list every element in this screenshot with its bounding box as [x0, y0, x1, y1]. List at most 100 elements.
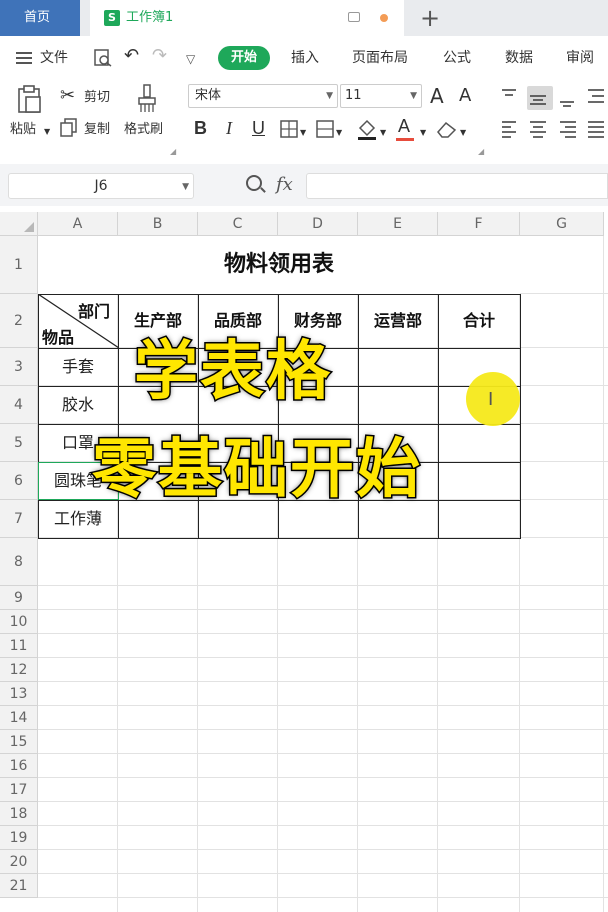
cut-button[interactable]: 剪切	[84, 90, 110, 106]
diagonal-header-top: 部门	[78, 302, 111, 321]
font-size-select[interactable]: 11 ▼	[340, 84, 422, 108]
row-header[interactable]: 6	[0, 462, 38, 500]
paste-button[interactable]: 粘贴	[10, 122, 36, 138]
formula-bar: J6 ▼ fx	[0, 164, 608, 206]
borders-dropdown-icon[interactable]: ▼	[300, 125, 306, 141]
row-header[interactable]: 5	[0, 424, 38, 462]
tab-review[interactable]: 审阅	[566, 48, 594, 68]
row-header[interactable]: 2	[0, 294, 38, 348]
column-header[interactable]: B	[118, 212, 198, 236]
table-border	[437, 294, 439, 538]
tab-data[interactable]: 数据	[505, 48, 533, 68]
ribbon: 粘贴 ▼ ✂ 剪切 复制 格式刷 ◢ 宋体 ▼ 11 ▼ A A B I U ▼…	[0, 80, 608, 156]
unsaved-dot-icon[interactable]	[380, 14, 388, 22]
row-header[interactable]: 15	[0, 730, 38, 754]
paste-icon[interactable]	[16, 84, 44, 114]
font-grow-icon[interactable]: A	[430, 86, 444, 106]
home-tab[interactable]: 首页	[0, 0, 80, 36]
formula-input[interactable]	[306, 173, 608, 199]
menu-file[interactable]: 文件	[40, 48, 68, 68]
row-header[interactable]: 14	[0, 706, 38, 730]
column-header[interactable]: E	[358, 212, 438, 236]
gridline	[38, 897, 608, 898]
clipboard-group-expander-icon[interactable]: ◢	[170, 144, 176, 160]
table-border	[38, 423, 521, 425]
copy-icon[interactable]	[60, 118, 78, 138]
tab-insert[interactable]: 插入	[291, 48, 319, 68]
scissors-icon[interactable]: ✂	[60, 86, 75, 106]
print-preview-icon[interactable]	[94, 49, 112, 67]
chevron-down-icon[interactable]: ▽	[186, 49, 195, 69]
copy-button[interactable]: 复制	[84, 122, 110, 138]
gridline	[38, 657, 608, 658]
format-painter-icon[interactable]	[136, 84, 158, 114]
insert-function-button[interactable]: fx	[276, 174, 293, 195]
row-header[interactable]: 21	[0, 874, 38, 898]
tab-page-layout[interactable]: 页面布局	[352, 48, 408, 68]
row-header[interactable]: 18	[0, 802, 38, 826]
fill-color-dropdown-icon[interactable]: ▼	[380, 125, 386, 141]
redo-icon[interactable]: ↷	[152, 46, 167, 66]
font-shrink-icon[interactable]: A	[459, 86, 471, 106]
workbook-tab[interactable]: S 工作簿1	[90, 0, 404, 36]
row-header[interactable]: 4	[0, 386, 38, 424]
column-header[interactable]: F	[438, 212, 520, 236]
menu-hamburger-icon[interactable]	[16, 52, 32, 64]
font-size-dropdown-icon: ▼	[410, 91, 417, 101]
row-header[interactable]: 20	[0, 850, 38, 874]
column-header[interactable]: G	[520, 212, 604, 236]
row-header[interactable]: 8	[0, 538, 38, 586]
row-header[interactable]: 12	[0, 658, 38, 682]
clear-dropdown-icon[interactable]: ▼	[460, 125, 466, 141]
row-header[interactable]: 19	[0, 826, 38, 850]
select-all-corner[interactable]	[0, 212, 38, 236]
row-header[interactable]: 11	[0, 634, 38, 658]
gridline	[38, 609, 608, 610]
sheet-title: 物料领用表	[38, 236, 520, 294]
new-tab-plus-icon[interactable]: +	[420, 4, 440, 32]
paste-dropdown-icon[interactable]: ▼	[44, 124, 50, 140]
undo-icon[interactable]: ↶	[124, 46, 139, 66]
font-color-dropdown-icon[interactable]: ▼	[420, 125, 426, 141]
fill-color-icon[interactable]	[356, 118, 378, 140]
table-header-cell: 运营部	[373, 311, 422, 330]
font-group-expander-icon[interactable]: ◢	[478, 144, 484, 160]
font-color-icon[interactable]: A	[398, 116, 410, 136]
eraser-icon[interactable]	[436, 120, 458, 138]
tab-start[interactable]: 开始	[218, 46, 270, 70]
merge-dropdown-icon[interactable]: ▼	[336, 125, 342, 141]
table-row-label: 胶水	[61, 395, 94, 414]
gridline	[38, 801, 608, 802]
font-name-dropdown-icon: ▼	[326, 91, 333, 101]
row-header[interactable]: 10	[0, 610, 38, 634]
tab-formulas[interactable]: 公式	[443, 48, 471, 68]
gridline	[38, 705, 608, 706]
spreadsheet-icon: S	[104, 10, 120, 26]
row-header[interactable]: 17	[0, 778, 38, 802]
gridline	[38, 825, 608, 826]
column-header[interactable]: D	[278, 212, 358, 236]
column-header[interactable]: A	[38, 212, 118, 236]
underline-button[interactable]: U	[252, 118, 265, 138]
format-painter-button[interactable]: 格式刷	[124, 122, 163, 138]
name-box-dropdown-icon: ▼	[182, 182, 189, 192]
search-function-icon[interactable]	[246, 175, 262, 191]
name-box[interactable]: J6 ▼	[8, 173, 194, 199]
font-name-select[interactable]: 宋体 ▼	[188, 84, 338, 108]
row-header[interactable]: 16	[0, 754, 38, 778]
row-header[interactable]: 9	[0, 586, 38, 610]
spreadsheet-grid[interactable]: ABCDEFG 1 2 3 4 5 6 7 8 9 10 11 12 13 14 15 16 17 18 19 20 2…	[0, 212, 608, 912]
borders-icon[interactable]	[280, 120, 298, 138]
table-border	[519, 294, 521, 538]
bold-button[interactable]: B	[194, 118, 207, 138]
italic-button[interactable]: I	[226, 118, 232, 138]
alignment-icons[interactable]	[500, 88, 604, 148]
screen-icon[interactable]	[348, 12, 360, 22]
merge-cells-icon[interactable]	[316, 120, 334, 138]
row-header[interactable]: 3	[0, 348, 38, 386]
row-header[interactable]: 1	[0, 236, 38, 294]
column-header[interactable]: C	[198, 212, 278, 236]
row-header[interactable]: 13	[0, 682, 38, 706]
row-header[interactable]: 7	[0, 500, 38, 538]
tab-bar: 首页 S 工作簿1 +	[0, 0, 608, 36]
